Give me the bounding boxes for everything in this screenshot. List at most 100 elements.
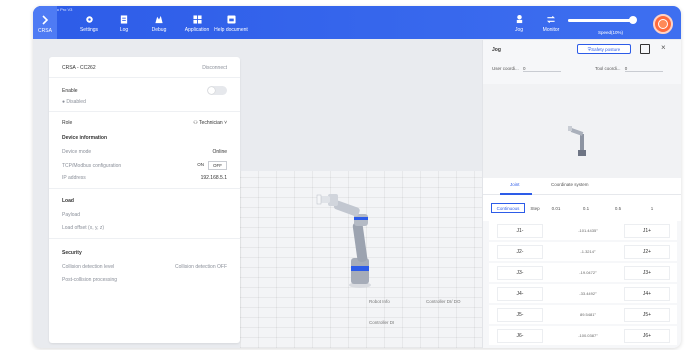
security-title: Security [62,250,82,256]
jog-robot-preview[interactable] [483,84,681,178]
ip-label: IP address [62,175,86,181]
collision-value: Collision detection OFF [175,264,227,270]
j3-plus-button[interactable]: J3+ [624,265,670,280]
step-05[interactable]: 0.5 [609,203,627,213]
device-mode-label: Device mode [62,149,92,155]
robot-header-row: CRSA - CC262 Disconnect [62,65,227,71]
payload-row[interactable]: Payload [62,212,227,218]
device-mode-row: Device mode Online [62,149,227,155]
speed-label: Speed(10%) [598,30,624,35]
scene-label-controller-di: Controller DI [369,320,395,325]
nav-crsa-label: CRSA [38,28,52,34]
nav-help-label: Help document [214,27,248,33]
step-selector: Continuous Step 0.01 0.1 0.5 1 [483,195,681,221]
user-coord-label: User coordi... [492,66,519,71]
joint-row-j3: J3- -19.0472° J3+ [489,263,677,282]
j6-minus-button[interactable]: J6- [497,328,543,343]
collision-label: Collision detection level [62,264,115,270]
nav-jog-label: Jog [514,27,524,33]
debug-icon [154,14,164,24]
nav-jog[interactable]: Jog [509,14,529,36]
enable-state: ● Disabled [62,99,86,105]
scene-label-robot-info: Robot Info [369,299,390,304]
nav-application[interactable]: Application [181,14,213,36]
nav-settings[interactable]: Settings [77,14,101,36]
load-offset-row[interactable]: Load offset (x, y, z) [62,225,227,231]
tcp-label: TCP/Modbus configuration [62,162,122,169]
nav-debug-label: Debug [151,27,167,33]
nav-monitor-label: Monitor [542,27,560,33]
load-offset-label: Load offset (x, y, z) [62,225,105,231]
step-001[interactable]: 0.01 [547,203,565,213]
joint-row-j2: J2- -1.3214° J2+ [489,242,677,261]
monitor-icon [546,14,556,24]
speed-slider-knob[interactable] [628,16,637,24]
enable-row: Enable [62,86,227,95]
safety-posture-button[interactable]: ⛨ Safety posture [577,44,631,54]
speed-slider[interactable] [568,16,637,24]
j2-value: -1.3214° [580,249,596,254]
jog-tabs: Joint Coordinate system [483,178,681,195]
step-continuous[interactable]: Continuous [491,203,525,213]
speed-slider-fill [568,19,633,22]
payload-label: Payload [62,212,81,218]
tool-coord-label: Tool coordi... [595,66,621,71]
robot-name: CRSA - CC262 [62,65,96,71]
nav-debug[interactable]: Debug [147,14,171,36]
nav-application-label: Application [184,27,210,33]
emergency-stop-button[interactable] [653,14,673,34]
joint-row-j6: J6- -100.0387° J6+ [489,326,677,345]
step-01[interactable]: 0.1 [577,203,595,213]
gear-icon [84,14,94,24]
j2-minus-button[interactable]: J2- [497,244,543,259]
tcp-switch[interactable]: ON OFF [193,161,227,170]
j2-plus-button[interactable]: J2+ [624,244,670,259]
collision-row[interactable]: Collision detection level Collision dete… [62,264,227,270]
tcp-on-option[interactable]: ON [193,161,208,170]
j4-minus-button[interactable]: J4- [497,286,543,301]
step-label: Step [530,205,540,211]
user-coord-value: 0 [523,66,562,72]
post-collision-row[interactable]: Post-collision processing [62,277,227,283]
app-window: DobotStudio Pro V3 CRSA Settings Log Deb… [33,6,681,348]
tool-coord-select[interactable]: Tool coordi... 0 [595,66,663,72]
j1-minus-button[interactable]: J1- [497,223,543,238]
tab-joint[interactable]: Joint [510,182,520,187]
tcp-off-option[interactable]: OFF [208,161,227,170]
nav-help-document[interactable]: Help document [212,14,250,36]
step-1[interactable]: 1 [643,203,661,213]
ip-value: 192.168.5.1 [200,175,227,181]
j6-plus-button[interactable]: J6+ [624,328,670,343]
j3-minus-button[interactable]: J3- [497,265,543,280]
nav-log[interactable]: Log [114,14,134,36]
log-icon [119,14,129,24]
device-title-row: Device information [62,135,227,141]
divider [49,77,240,78]
post-collision-label: Post-collision processing [62,277,118,283]
enable-toggle[interactable] [207,86,227,95]
robot-arm-3d-view[interactable] [308,182,388,292]
chevron-down-icon: ˅ [222,120,227,126]
scene-label-controller-dido: Controller DI/ DO [426,299,461,304]
j5-value: 89.5481° [579,312,597,317]
nav-crsa[interactable]: CRSA [33,6,57,39]
j4-plus-button[interactable]: J4+ [624,286,670,301]
safety-posture-label: Safety posture [591,46,621,52]
role-select[interactable]: ⚇ Technician ˅ [193,120,227,126]
close-icon[interactable]: × [661,43,666,52]
joint-row-j1: J1- -101.4435° J1+ [489,221,677,240]
user-coord-select[interactable]: User coordi... 0 [492,66,562,72]
j5-plus-button[interactable]: J5+ [624,307,670,322]
device-info-title: Device information [62,135,108,141]
role-row: Role ⚇ Technician ˅ [62,120,227,126]
nav-log-label: Log [119,27,129,33]
j5-minus-button[interactable]: J5- [497,307,543,322]
nav-monitor[interactable]: Monitor [539,14,563,36]
tool-coord-value: 0 [624,66,663,72]
j6-value: -100.0387° [578,333,598,338]
disconnect-button[interactable]: Disconnect [202,65,227,71]
top-bar: DobotStudio Pro V3 CRSA Settings Log Deb… [33,6,681,39]
panel-toggle-icon[interactable] [640,44,650,54]
tab-coordinate-system[interactable]: Coordinate system [551,182,589,187]
j1-plus-button[interactable]: J1+ [624,223,670,238]
